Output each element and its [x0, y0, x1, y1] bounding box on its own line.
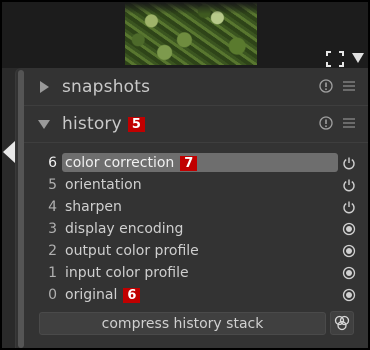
left-panel-gutter [2, 68, 15, 348]
history-item-label: output color profile [65, 243, 199, 259]
history-item-label: input color profile [65, 265, 189, 281]
history-item-number: 3 [48, 221, 57, 237]
triangle-left-icon[interactable] [3, 141, 15, 163]
history-item[interactable]: 0 original 6 [24, 284, 368, 306]
power-icon [343, 201, 355, 214]
history-header[interactable]: history 5 [24, 106, 368, 142]
history-item[interactable]: 5 orientation [24, 174, 368, 196]
history-item[interactable]: 3 display encoding [24, 218, 368, 240]
power-icon [343, 157, 355, 170]
section-divider [24, 142, 368, 143]
compress-history-button[interactable]: compress history stack [39, 312, 326, 335]
create-style-icon [334, 315, 350, 331]
focus-frame-icon[interactable] [326, 51, 344, 67]
reset-icon[interactable] [319, 116, 333, 130]
history-title: history [62, 114, 122, 134]
history-item-number: 6 [48, 155, 57, 171]
history-item-number: 1 [48, 265, 57, 281]
triangle-down-icon [38, 120, 50, 129]
always-on-icon [342, 222, 356, 236]
history-item[interactable]: 1 input color profile [24, 262, 368, 284]
triangle-down-icon[interactable] [352, 53, 364, 63]
presets-menu-icon[interactable] [342, 116, 356, 130]
history-item-number: 5 [48, 177, 57, 193]
history-item-label: display encoding [65, 221, 184, 237]
history-item-label: sharpen [65, 199, 122, 215]
history-list: 6 color correction 7 5 orientation 4 sha… [24, 152, 368, 306]
annotation-badge: 6 [123, 287, 141, 303]
history-item-label: orientation [65, 177, 142, 193]
history-item-number: 0 [48, 287, 57, 303]
compress-history-label: compress history stack [101, 315, 264, 332]
annotation-badge: 7 [180, 155, 198, 171]
triangle-right-icon [40, 81, 49, 93]
create-style-button[interactable] [330, 311, 354, 335]
snapshots-header[interactable]: snapshots [24, 69, 368, 105]
history-item[interactable]: 4 sharpen [24, 196, 368, 218]
always-on-icon [342, 288, 356, 302]
always-on-icon [342, 266, 356, 280]
reset-icon[interactable] [319, 79, 333, 93]
history-item[interactable]: 6 color correction 7 [24, 152, 368, 174]
history-panel-screenshot: snapshots history 5 6 color correction 7… [0, 0, 370, 350]
thumbnail-shade [125, 2, 257, 14]
history-item[interactable]: 2 output color profile [24, 240, 368, 262]
history-item-label: color correction [65, 155, 175, 171]
annotation-badge: 5 [127, 116, 145, 132]
history-item-number: 4 [48, 199, 57, 215]
presets-menu-icon[interactable] [342, 79, 356, 93]
power-icon [343, 179, 355, 192]
history-item-number: 2 [48, 243, 57, 259]
history-item-label: original [65, 287, 118, 303]
snapshots-title: snapshots [62, 77, 151, 97]
always-on-icon [342, 244, 356, 258]
